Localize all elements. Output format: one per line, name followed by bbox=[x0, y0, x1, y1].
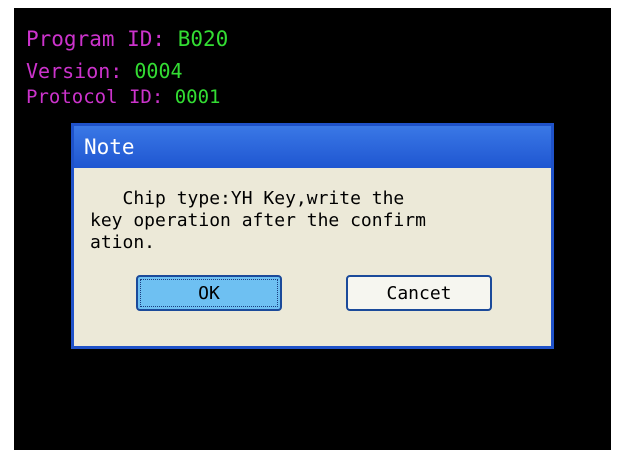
device-screen: Program ID: B020 Version: 0004 Protocol … bbox=[14, 8, 611, 450]
cancel-button[interactable]: Cancet bbox=[346, 275, 492, 311]
version-line: Version: 0004 bbox=[26, 61, 183, 81]
dialog-message: Chip type:YH Key,write the key operation… bbox=[90, 188, 426, 253]
program-id-value: B020 bbox=[177, 27, 229, 51]
program-id-line: Program ID: B020 bbox=[26, 29, 228, 50]
program-id-label: Program ID: bbox=[26, 27, 178, 51]
version-value: 0004 bbox=[134, 59, 183, 83]
protocol-id-line: Protocol ID: 0001 bbox=[26, 88, 220, 107]
protocol-id-label: Protocol ID: bbox=[26, 86, 175, 108]
protocol-id-value: 0001 bbox=[174, 86, 221, 108]
dialog-title: Note bbox=[74, 126, 551, 168]
ok-button[interactable]: OK bbox=[136, 275, 282, 311]
version-label: Version: bbox=[26, 59, 135, 83]
note-dialog: Note Chip type:YH Key,write the key oper… bbox=[71, 123, 554, 349]
